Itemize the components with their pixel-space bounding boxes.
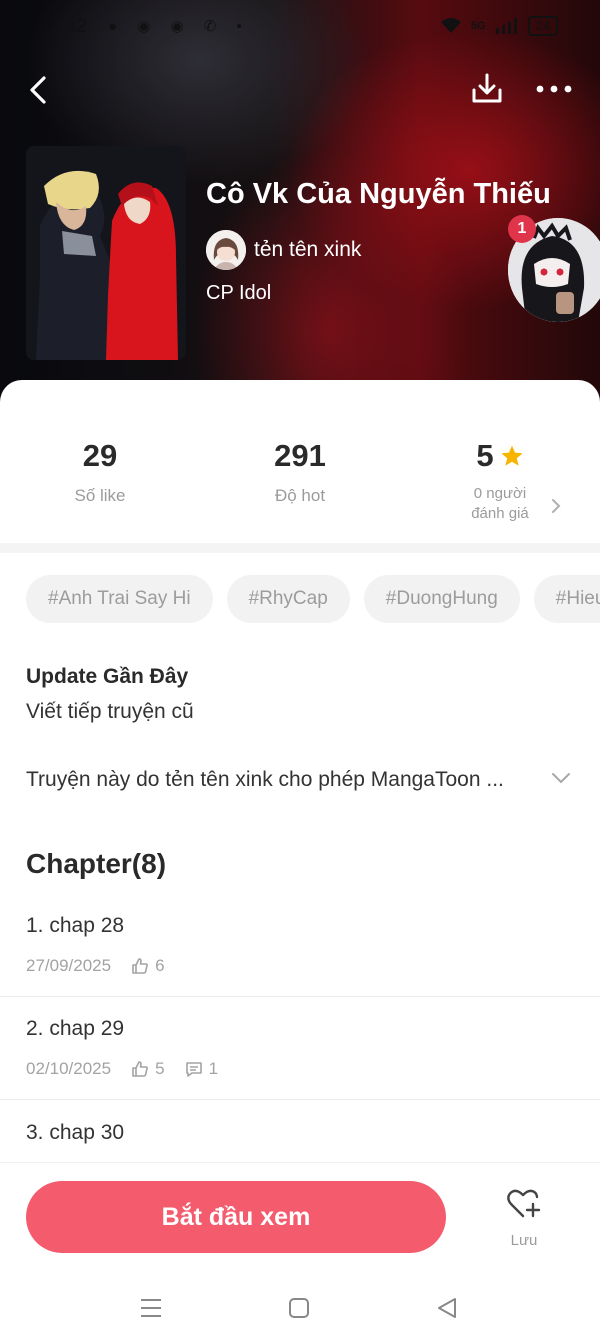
story-description[interactable]: Truyện này do tẻn tên xink cho phép Mang… (26, 768, 546, 792)
chapter-comment-count: 1 (208, 1059, 219, 1078)
update-text: Viết tiếp truyện cũ (26, 700, 194, 723)
home-icon (289, 1298, 309, 1318)
author-link[interactable]: tẻn tên xink (206, 230, 361, 270)
chapter-item[interactable]: 1. chap 28 27/09/2025 6 (0, 914, 600, 996)
chapter-date: 02/10/2025 (26, 1059, 112, 1078)
hot-stat: 291 Độ hot (200, 438, 400, 506)
chapter-meta: 27/09/2025 6 (26, 956, 165, 976)
bottom-action-bar: Bắt đầu xem Lưu (0, 1162, 600, 1272)
section-divider (0, 543, 600, 553)
chapter-title: 3. chap 30 (26, 1121, 125, 1144)
network-label: 5G (470, 20, 486, 32)
chapter-date: 27/09/2025 (26, 956, 112, 975)
story-title: Cô Vk Của Nguyễn Thiếu (206, 178, 551, 210)
star-icon (501, 445, 523, 466)
chapter-like-count: 5 (155, 1059, 165, 1078)
likes-label: Số like (74, 486, 126, 505)
chapter-title: 2. chap 29 (26, 1017, 125, 1040)
recent-apps-button[interactable] (136, 1294, 166, 1322)
likes-value: 29 (82, 438, 118, 473)
triangle-back-icon (438, 1298, 456, 1318)
back-button[interactable] (18, 70, 58, 110)
chapter-separator (0, 996, 600, 997)
chapter-item[interactable]: 2. chap 29 02/10/2025 5 1 (0, 1017, 600, 1099)
start-reading-button[interactable]: Bắt đầu xem (26, 1181, 446, 1253)
rating-stat[interactable]: 5 0 người đánh giá (400, 438, 600, 524)
more-options-button[interactable] (532, 72, 576, 106)
story-cover-image (26, 146, 186, 360)
stats-row: 29 Số like 291 Độ hot 5 0 người đánh giá (0, 438, 600, 538)
home-button[interactable] (284, 1294, 314, 1322)
save-button[interactable]: Lưu (494, 1187, 554, 1257)
back-nav-button[interactable] (432, 1294, 462, 1322)
tag-chip[interactable]: #Anh Trai Say Hi (26, 575, 213, 623)
chevron-down-icon[interactable] (550, 770, 572, 786)
download-icon (472, 73, 502, 103)
heart-plus-icon (507, 1189, 541, 1218)
chapter-item[interactable]: 3. chap 30 (0, 1121, 600, 1161)
system-icons: 5G 24 (440, 16, 558, 36)
chapter-title: 1. chap 28 (26, 914, 125, 937)
chapter-list-heading: Chapter(8) (26, 848, 167, 879)
back-arrow-icon (30, 76, 46, 104)
author-avatar (206, 230, 246, 270)
rating-label: 0 người đánh giá (400, 484, 600, 524)
chapter-separator (0, 1099, 600, 1100)
rating-label-line2: đánh giá (471, 505, 529, 522)
chapter-comments: 1 (185, 1059, 218, 1079)
system-navigation-bar (0, 1272, 600, 1343)
signal-icon (495, 18, 517, 34)
thumb-up-icon (132, 1061, 149, 1077)
likes-stat: 29 Số like (0, 438, 200, 506)
battery-indicator: 24 (527, 16, 558, 36)
chapter-like-count: 6 (155, 956, 165, 975)
chapter-likes: 5 (131, 1059, 165, 1079)
rating-label-line1: 0 người (473, 485, 527, 502)
notification-icons: ● ◉ ◉ ✆ • (108, 18, 250, 35)
save-label: Lưu (510, 1232, 538, 1249)
author-name: tẻn tên xink (254, 238, 362, 261)
chapter-likes: 6 (131, 956, 165, 976)
wifi-icon (440, 18, 461, 33)
chevron-right-icon (552, 499, 561, 513)
hot-value: 291 (274, 438, 326, 473)
download-button[interactable] (466, 68, 508, 110)
status-time: 2:32 (50, 16, 87, 37)
tag-list: #Anh Trai Say Hi #RhyCap #DuongHung #Hie… (26, 575, 600, 623)
hot-label: Độ hot (274, 486, 326, 505)
tag-chip[interactable]: #DuongHung (363, 575, 520, 623)
comment-icon (185, 1062, 202, 1077)
rating-value-row: 5 (476, 438, 523, 474)
notification-badge: 1 (508, 215, 536, 243)
more-icon (536, 85, 572, 93)
story-category[interactable]: CP Idol (206, 282, 271, 305)
menu-icon (141, 1299, 161, 1317)
tag-chip[interactable]: #RhyCap (226, 575, 350, 623)
tag-chip[interactable]: #Hieu (533, 575, 600, 623)
chapter-meta: 02/10/2025 5 1 (26, 1059, 218, 1079)
status-bar: 2:32 ● ◉ ◉ ✆ • 5G 24 (0, 0, 600, 54)
thumb-up-icon (132, 958, 149, 974)
rating-value: 5 (476, 438, 494, 473)
update-title: Update Gần Đây (26, 665, 189, 688)
